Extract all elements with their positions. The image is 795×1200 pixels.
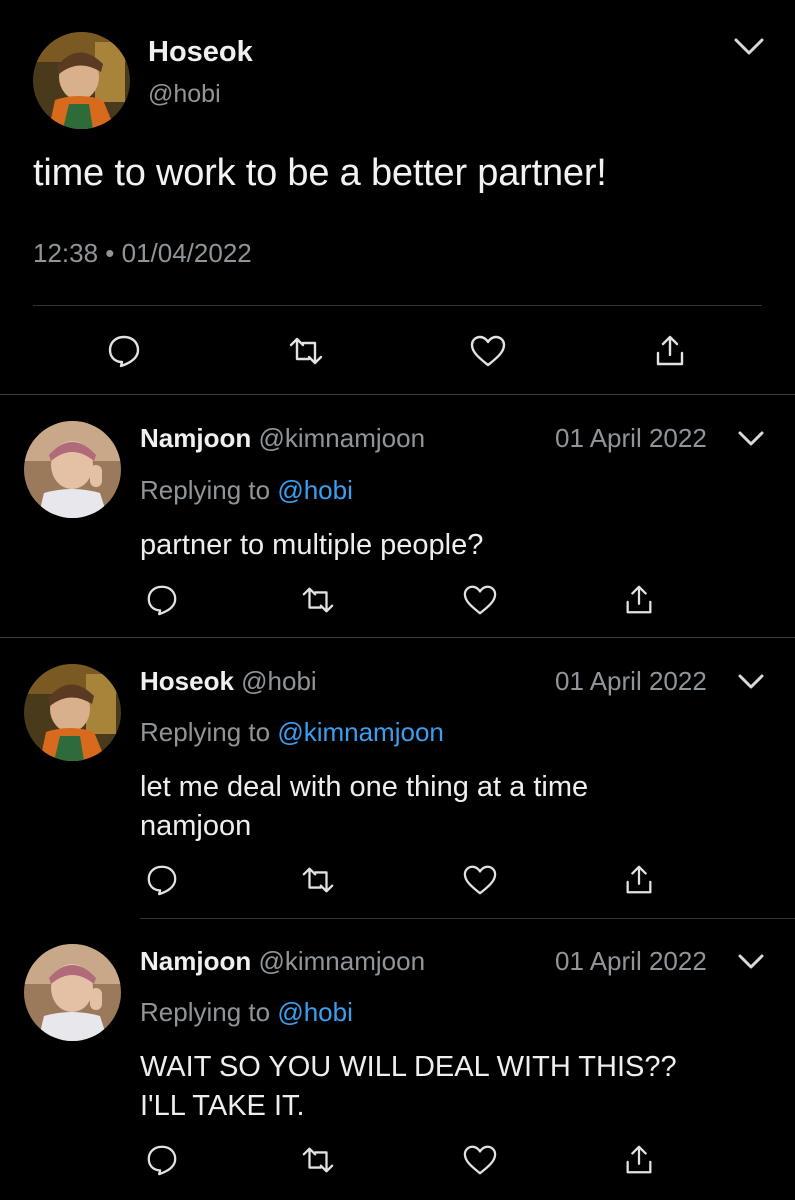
replying-to-prefix: Replying to (140, 717, 278, 747)
mention-link[interactable]: @kimnamjoon (277, 717, 444, 747)
reply-author-handle[interactable]: @kimnamjoon (258, 423, 425, 453)
reply-date: 01 April 2022 (555, 666, 707, 696)
reply-header: Hoseok @hobi (140, 666, 317, 697)
chevron-down-icon[interactable] (737, 430, 765, 448)
chevron-down-icon[interactable] (733, 36, 765, 58)
like-icon[interactable] (462, 1143, 498, 1177)
chevron-down-icon[interactable] (737, 673, 765, 691)
retweet-icon[interactable] (300, 863, 336, 897)
replying-to-prefix: Replying to (140, 997, 278, 1027)
replying-to: Replying to @hobi (140, 997, 353, 1028)
mention-link[interactable]: @hobi (277, 997, 353, 1027)
reply-item[interactable]: Hoseok @hobi 01 April 2022 Replying to @… (0, 638, 795, 918)
share-icon[interactable] (622, 1143, 656, 1177)
mention-link[interactable]: @hobi (277, 475, 353, 505)
reply-text-line: namjoon (140, 810, 252, 842)
reply-text: partner to multiple people? (140, 526, 483, 565)
chevron-down-icon[interactable] (737, 953, 765, 971)
replying-to-prefix: Replying to (140, 475, 278, 505)
replying-to: Replying to @hobi (140, 475, 353, 506)
like-icon[interactable] (462, 863, 498, 897)
like-icon[interactable] (469, 333, 507, 369)
divider (33, 305, 762, 306)
reply-author-name[interactable]: Namjoon (140, 423, 251, 453)
replying-to: Replying to @kimnamjoon (140, 717, 444, 748)
reply-text-line: partner to multiple people? (140, 529, 484, 561)
reply-item[interactable]: Namjoon @kimnamjoon 01 April 2022 Replyi… (0, 918, 795, 1200)
reply-header: Namjoon @kimnamjoon (140, 946, 425, 977)
main-tweet: Hoseok @hobi time to work to be a better… (0, 0, 795, 395)
author-name[interactable]: Hoseok (148, 36, 253, 69)
share-icon[interactable] (622, 863, 656, 897)
share-icon[interactable] (622, 583, 656, 617)
retweet-icon[interactable] (287, 333, 325, 369)
share-icon[interactable] (652, 333, 688, 369)
reply-date: 01 April 2022 (555, 423, 707, 453)
author-handle[interactable]: @hobi (148, 80, 221, 109)
reply-author-name[interactable]: Hoseok (140, 666, 234, 696)
reply-text: WAIT SO YOU WILL DEAL WITH THIS?? I'LL T… (140, 1048, 677, 1126)
tweet-timestamp: 12:38 • 01/04/2022 (33, 238, 252, 268)
avatar-hoseok[interactable] (24, 664, 121, 761)
avatar-namjoon[interactable] (24, 944, 121, 1041)
reply-author-handle[interactable]: @kimnamjoon (258, 946, 425, 976)
reply-icon[interactable] (145, 583, 179, 617)
reply-text: let me deal with one thing at a time nam… (140, 768, 588, 846)
reply-text-line: let me deal with one thing at a time (140, 771, 589, 803)
reply-author-name[interactable]: Namjoon (140, 946, 251, 976)
like-icon[interactable] (462, 583, 498, 617)
tweet-text: time to work to be a better partner! (33, 152, 607, 194)
reply-icon[interactable] (106, 333, 142, 369)
retweet-icon[interactable] (300, 583, 336, 617)
reply-date: 01 April 2022 (555, 946, 707, 976)
avatar-namjoon[interactable] (24, 421, 121, 518)
avatar-hoseok[interactable] (33, 32, 130, 129)
reply-icon[interactable] (145, 1143, 179, 1177)
reply-header: Namjoon @kimnamjoon (140, 423, 425, 454)
reply-text-line: I'LL TAKE IT. (140, 1090, 305, 1122)
reply-icon[interactable] (145, 863, 179, 897)
reply-item[interactable]: Namjoon @kimnamjoon 01 April 2022 Replyi… (0, 395, 795, 637)
retweet-icon[interactable] (300, 1143, 336, 1177)
reply-author-handle[interactable]: @hobi (241, 666, 317, 696)
reply-text-line: WAIT SO YOU WILL DEAL WITH THIS?? (140, 1051, 677, 1083)
